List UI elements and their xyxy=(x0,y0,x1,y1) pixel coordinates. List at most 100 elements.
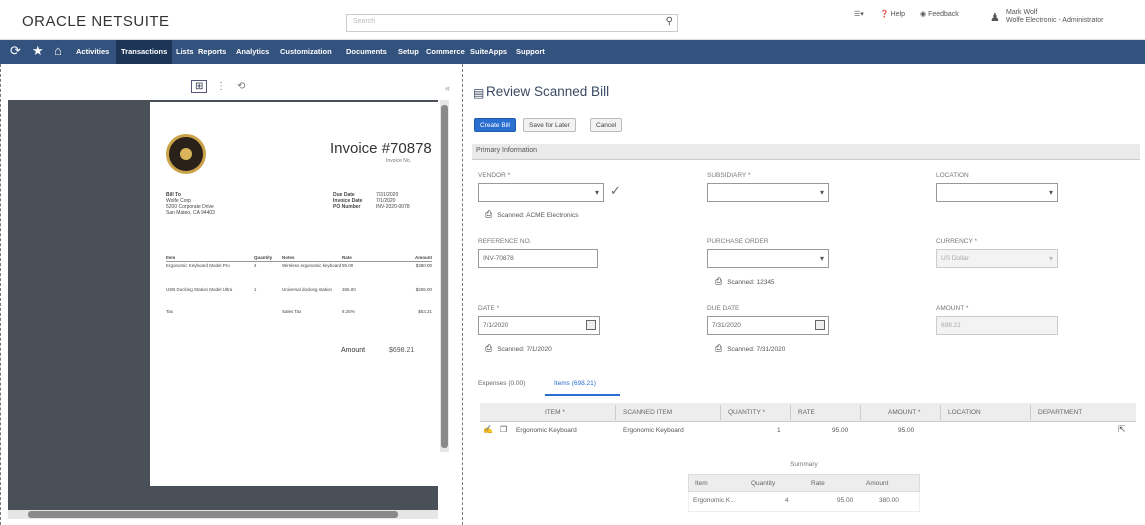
column-divider xyxy=(790,405,791,420)
due-date-scanned-link[interactable]: ⎙ Scanned: 7/31/2020 xyxy=(715,343,785,354)
home-icon[interactable]: ⌂ xyxy=(54,43,62,58)
item-cell[interactable]: Ergonomic Keyboard xyxy=(516,427,577,434)
po-scanned-link[interactable]: ⎙ Scanned: 12345 xyxy=(715,276,775,287)
nav-support[interactable]: Support xyxy=(516,47,545,56)
cancel-button[interactable]: Cancel xyxy=(590,118,623,132)
nav-transactions[interactable]: Transactions xyxy=(116,40,173,64)
bill-icon: ▤ xyxy=(473,86,485,100)
invoice-table-row: Ergonomic Keyboard Model Pro 4 Wireless … xyxy=(166,262,432,286)
purchase-order-label: Purchase Order xyxy=(707,238,769,245)
due-date-input[interactable]: 7/31/2020 xyxy=(707,316,829,335)
nav-reports[interactable]: Reports xyxy=(198,47,226,56)
top-bar: ORACLE NETSUITE Search ⚲ ☰▾ ❓ Help ◉ Fee… xyxy=(0,0,1145,40)
nav-lists[interactable]: Lists xyxy=(176,47,194,56)
column-divider xyxy=(1030,405,1031,420)
printer-icon: ⎙ xyxy=(485,343,493,353)
vendor-scanned-text: Scanned: ACME Electronics xyxy=(497,212,579,219)
items-grid-row[interactable]: ✍ ❐ Ergonomic Keyboard Ergonomic Keyboar… xyxy=(480,424,1136,439)
printer-icon: ⎙ xyxy=(715,343,723,353)
refresh-icon[interactable]: ⟳ xyxy=(10,43,21,59)
active-tab-indicator xyxy=(545,394,620,396)
invoice-table-row: USB Docking Station Model Ultra 1 Univer… xyxy=(166,286,432,308)
save-for-later-button[interactable]: Save for Later xyxy=(523,118,576,132)
column-header-amount: Amount * xyxy=(888,409,921,416)
column-header-item: Item * xyxy=(545,409,565,416)
star-icon[interactable]: ★ xyxy=(32,43,44,59)
vendor-select[interactable]: ▾ xyxy=(478,183,604,202)
nav-suiteapps[interactable]: SuiteApps xyxy=(470,47,507,56)
date-value: 7/1/2020 xyxy=(483,322,509,329)
user-icon[interactable]: ♟ xyxy=(990,11,1000,24)
location-select[interactable]: ▾ xyxy=(936,183,1058,202)
netsuite-logo[interactable]: ORACLE NETSUITE xyxy=(22,13,170,30)
horizontal-scrollbar-thumb[interactable] xyxy=(28,511,398,518)
cell: Universal docking station xyxy=(282,287,333,292)
invoice-amount-label: Amount xyxy=(341,347,366,354)
header-cell: Quantity xyxy=(254,255,273,260)
tab-items[interactable]: Items (698.21) xyxy=(554,380,596,387)
collapse-pane-icon[interactable]: « xyxy=(445,83,450,93)
chevron-down-icon[interactable]: ▾ xyxy=(820,254,824,263)
rotate-icon[interactable]: ⟲ xyxy=(237,81,245,92)
summary-header: Item Quantity Rate Amount xyxy=(688,474,920,492)
nav-commerce[interactable]: Commerce xyxy=(426,47,465,56)
chevron-down-icon: ▾ xyxy=(1048,254,1053,263)
chevron-down-icon[interactable]: ▾ xyxy=(1049,188,1053,197)
header-cell: Amount xyxy=(415,255,432,260)
purchase-order-select[interactable]: ▾ xyxy=(707,249,829,268)
quantity-cell[interactable]: 1 xyxy=(777,427,781,434)
summary-cell: 4 xyxy=(785,497,789,504)
reference-input[interactable]: INV-70878 xyxy=(478,249,598,268)
cell: Wireless ergonomic keyboard xyxy=(282,263,342,268)
column-header-scanned-item: Scanned Item xyxy=(623,409,673,416)
column-header-location: Location xyxy=(948,409,981,416)
primary-information-section[interactable]: Primary Information xyxy=(472,144,1140,160)
vendor-scanned-link[interactable]: ⎙ Scanned: ACME Electronics xyxy=(485,209,579,220)
search-icon[interactable]: ⚲ xyxy=(666,16,673,27)
nav-setup[interactable]: Setup xyxy=(398,47,419,56)
meta-value: INV-2020-0078 xyxy=(376,204,410,210)
summary-header-cell: Quantity xyxy=(751,480,776,487)
date-scanned-link[interactable]: ⎙ Scanned: 7/1/2020 xyxy=(485,343,552,354)
tab-expenses[interactable]: Expenses (0.00) xyxy=(478,380,525,387)
invoice-table-row: Tax Sales Tax 8.25% $53.21 xyxy=(166,308,432,315)
nav-customization[interactable]: Customization xyxy=(280,47,332,56)
calendar-icon[interactable] xyxy=(586,320,596,330)
nav-analytics[interactable]: Analytics xyxy=(236,47,269,56)
summary-cell: 95.00 xyxy=(837,497,854,504)
cell: $53.21 xyxy=(418,309,432,314)
amount-cell[interactable]: 95.00 xyxy=(898,427,914,434)
drag-handle-icon[interactable]: ✍ xyxy=(483,425,493,434)
feedback-icon[interactable]: ◉ Feedback xyxy=(920,10,959,18)
cell: 95.00 xyxy=(342,263,354,268)
rate-cell[interactable]: 95.00 xyxy=(832,427,848,434)
cell: 4 xyxy=(254,263,257,268)
global-search-input[interactable]: Search ⚲ xyxy=(346,14,678,32)
nav-documents[interactable]: Documents xyxy=(346,47,387,56)
user-role: Wolfe Electronic - Administrator xyxy=(1006,17,1104,24)
vertical-scrollbar-thumb[interactable] xyxy=(441,105,448,448)
review-form-pane xyxy=(465,64,1145,525)
page-view-icon[interactable]: ⋮ xyxy=(216,81,226,92)
column-divider xyxy=(940,405,941,420)
copy-icon[interactable]: ❐ xyxy=(500,425,507,434)
recent-items-icon[interactable]: ☰▾ xyxy=(854,10,864,18)
printer-icon: ⎙ xyxy=(485,209,493,219)
chevron-down-icon[interactable]: ▾ xyxy=(820,188,824,197)
help-link[interactable]: Help xyxy=(891,11,905,18)
date-label: Date * xyxy=(478,305,500,312)
expand-icon[interactable]: ⇱ xyxy=(1118,424,1126,435)
user-menu[interactable]: Mark Wolf Wolfe Electronic - Administrat… xyxy=(1006,9,1104,25)
fit-page-icon[interactable]: ⊞ xyxy=(191,80,208,93)
feedback-link[interactable]: Feedback xyxy=(928,11,959,18)
subsidiary-select[interactable]: ▾ xyxy=(707,183,829,202)
invoice-amount-value: $698.21 xyxy=(389,347,415,354)
help-icon[interactable]: ❓ Help xyxy=(880,10,905,18)
nav-activities[interactable]: Activities xyxy=(76,47,109,56)
create-bill-button[interactable]: Create Bill xyxy=(474,118,516,132)
date-input[interactable]: 7/1/2020 xyxy=(478,316,600,335)
chevron-down-icon[interactable]: ▾ xyxy=(595,188,599,197)
currency-label: Currency * xyxy=(936,238,978,245)
due-date-value: 7/31/2020 xyxy=(712,322,741,329)
calendar-icon[interactable] xyxy=(815,320,825,330)
